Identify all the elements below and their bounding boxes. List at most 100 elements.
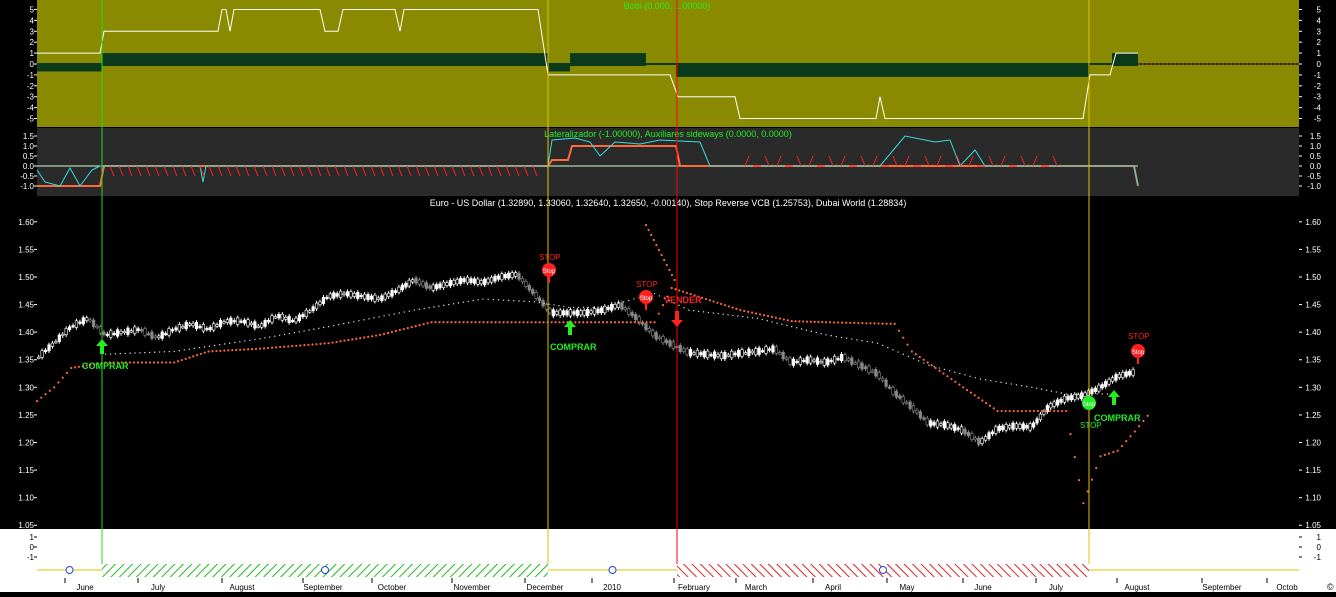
stop-reverse-dot (184, 357, 187, 360)
stop-reverse-dot (418, 324, 421, 327)
price-candle (1121, 372, 1125, 378)
price-candle (994, 426, 998, 434)
price-candle (205, 328, 209, 331)
stop-reverse-dot (1129, 435, 1132, 438)
stop-reverse-dot (462, 321, 465, 324)
price-candle (37, 356, 41, 359)
price-candle (805, 356, 809, 364)
stop-reverse-dot (985, 402, 988, 405)
dubai-world-dot (178, 350, 180, 352)
dubai-world-dot (761, 318, 764, 321)
stop-reverse-dot (359, 336, 362, 340)
price-candle (212, 323, 216, 331)
month-label: February (678, 583, 710, 592)
stop-reverse-dot (434, 321, 437, 324)
stop-reverse-dot (319, 342, 322, 345)
stop-badge-3: Stop (1082, 396, 1096, 410)
price-candle (627, 308, 631, 315)
stop-reverse-dot (132, 361, 135, 364)
dubai-world-dot (612, 303, 615, 306)
lateral-tick-right: 0.5 (1310, 152, 1322, 161)
stop-reverse-dot (498, 321, 501, 324)
stop-reverse-dot (650, 233, 653, 237)
month-label: December (527, 583, 564, 592)
dubai-world-dot (683, 307, 685, 309)
stop-reverse-dot (685, 291, 689, 295)
price-candle (1066, 395, 1070, 401)
stop-reverse-dot (644, 223, 648, 227)
stop-reverse-dot (526, 321, 529, 324)
dubai-world-dot (423, 307, 425, 310)
price-candle (1032, 422, 1036, 428)
stop-reverse-dot (152, 361, 156, 364)
price-candle (935, 420, 940, 428)
stop-reverse-dot (629, 321, 632, 324)
price-candle (853, 362, 857, 365)
dubai-world-dot (278, 334, 281, 337)
bobi-title: Bobi (0.000, 1.00000) (624, 1, 711, 11)
price-candle (575, 309, 579, 316)
dubai-world-dot (1060, 392, 1063, 394)
price-candle (754, 348, 758, 356)
stop-reverse-dot (1146, 414, 1149, 417)
stop-reverse-dot (1052, 409, 1056, 413)
dubai-world-dot (602, 306, 604, 309)
dubai-world-dot (1101, 393, 1103, 395)
bobi-tick-left: 3 (30, 27, 35, 36)
price-candle (397, 286, 401, 293)
stop-reverse-dot (1012, 409, 1015, 413)
price-candle (695, 349, 700, 357)
price-candle (658, 336, 662, 339)
price-candle (843, 354, 847, 362)
stop-reverse-dot (1112, 451, 1115, 454)
price-candle (229, 317, 233, 325)
main-tick-right: 1.60 (1305, 218, 1321, 227)
price-candle (644, 323, 648, 331)
stop-reverse-dot (824, 321, 828, 324)
stop-reverse-dot (881, 322, 884, 325)
stop-reverse-dot (653, 321, 656, 324)
price-candle (987, 432, 991, 439)
stop-reverse-dot (1044, 409, 1048, 413)
dubai-world-dot (964, 374, 966, 376)
main-tick-right: 1.15 (1305, 466, 1321, 475)
price-candle (610, 304, 614, 311)
dubai-world-dot (800, 328, 803, 330)
price-candle (352, 293, 356, 297)
price-candle (1025, 425, 1029, 429)
lateral-tick-left: -0.5 (20, 172, 34, 181)
dubai-world-dot (158, 351, 161, 353)
price-candle (67, 326, 72, 331)
stop-reverse-dot (747, 310, 750, 313)
price-candle (781, 351, 785, 360)
price-candle (400, 284, 404, 291)
price-candle (92, 319, 96, 327)
stop-reverse-dot (258, 347, 262, 350)
stop-reverse-dot (347, 338, 350, 342)
price-candle (438, 283, 442, 289)
dubai-world-dot (353, 321, 355, 323)
price-candle (150, 331, 154, 339)
price-candle (88, 319, 92, 322)
price-candle (959, 426, 964, 434)
dubai-world-dot (628, 299, 630, 302)
price-candle (260, 323, 264, 328)
stop-reverse-dot (176, 360, 180, 363)
bobi-bar (548, 64, 570, 72)
stop-reverse-dot (188, 356, 191, 359)
stop-reverse-dot (609, 321, 613, 324)
stop-reverse-dot (1099, 455, 1102, 458)
price-candle (421, 281, 425, 287)
main-tick-right: 1.05 (1305, 521, 1321, 530)
copyright-icon: © (1327, 582, 1334, 592)
price-candle (387, 292, 391, 298)
stop-label-3: STOP (1080, 421, 1102, 430)
stop-reverse-dot (323, 342, 326, 345)
price-candle (524, 280, 528, 287)
bobi-tick-right: -5 (1314, 115, 1322, 124)
stop-reverse-dot (283, 345, 286, 348)
stop-reverse-dot (530, 321, 533, 324)
stop-reverse-dot (590, 321, 593, 324)
dubai-world-dot (1010, 383, 1013, 385)
stop-reverse-dot (969, 391, 973, 394)
